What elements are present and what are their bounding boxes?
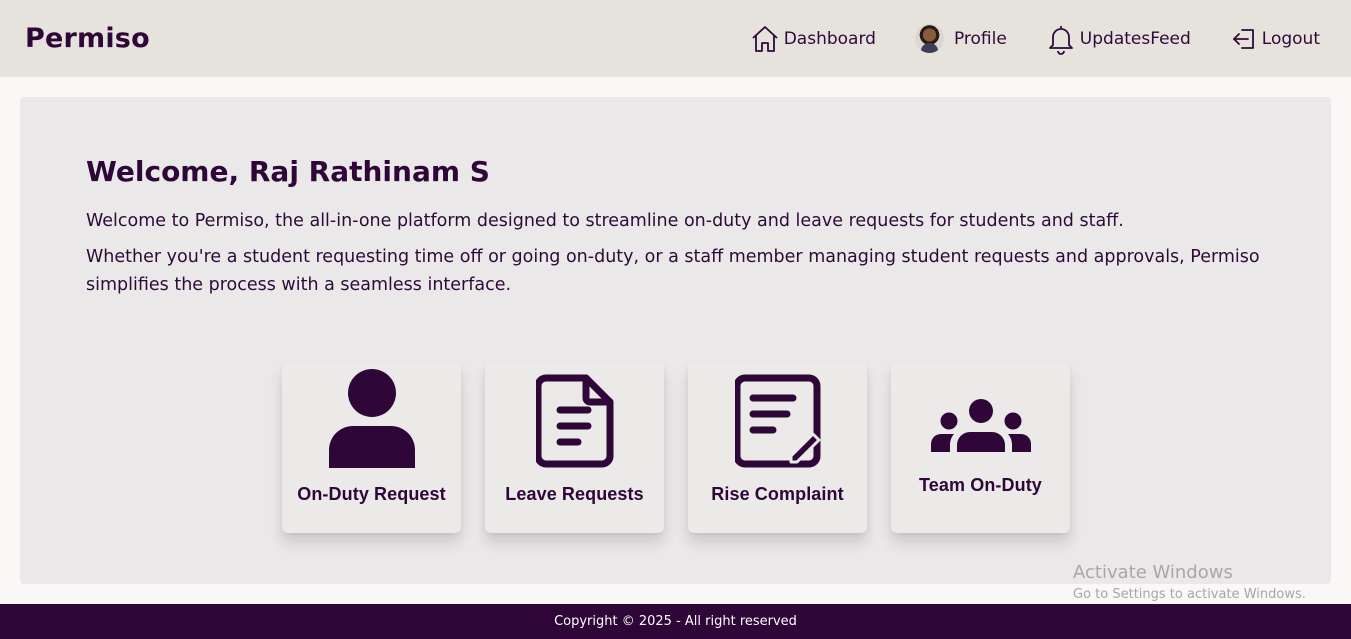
action-tiles: On-Duty Request Leave Requests Rise Comp… — [282, 362, 1070, 533]
home-icon — [750, 24, 780, 54]
navbar: Permiso Dashboard Profile UpdatesFeed Lo… — [0, 0, 1351, 77]
document-icon — [534, 374, 614, 472]
tile-rise-complaint[interactable]: Rise Complaint — [688, 362, 867, 533]
tile-leave-label: Leave Requests — [505, 484, 644, 504]
intro-text: Welcome to Permiso, the all-in-one platf… — [86, 207, 1276, 307]
footer: Copyright © 2025 - All right reserved — [0, 604, 1351, 639]
nav-logout[interactable]: Logout — [1230, 25, 1320, 53]
nav-profile[interactable]: Profile — [914, 24, 1007, 53]
nav-logout-label: Logout — [1261, 28, 1320, 49]
nav-dashboard[interactable]: Dashboard — [750, 24, 876, 54]
logout-icon — [1230, 25, 1258, 53]
watermark-title: Activate Windows — [1073, 562, 1233, 583]
edit-document-icon — [733, 374, 821, 472]
user-icon — [327, 368, 417, 472]
tile-on-duty-label: On-Duty Request — [297, 484, 446, 504]
intro-paragraph-2: Whether you're a student requesting time… — [86, 247, 1260, 295]
welcome-title: Welcome, Raj Rathinam S — [86, 155, 490, 188]
tile-team-label: Team On-Duty — [919, 475, 1042, 495]
footer-copyright: Copyright © 2025 - All right reserved — [554, 614, 797, 629]
team-icon — [930, 398, 1032, 458]
nav-profile-label: Profile — [953, 28, 1007, 49]
brand-logo[interactable]: Permiso — [25, 23, 150, 54]
tile-team-on-duty[interactable]: Team On-Duty — [891, 362, 1070, 533]
tile-on-duty-request[interactable]: On-Duty Request — [282, 362, 461, 533]
welcome-card: Welcome, Raj Rathinam S Welcome to Permi… — [20, 97, 1331, 584]
nav-updates-label: UpdatesFeed — [1079, 28, 1191, 49]
bell-icon — [1046, 23, 1076, 55]
tile-leave-requests[interactable]: Leave Requests — [485, 362, 664, 533]
nav-links: Dashboard Profile UpdatesFeed Logout — [711, 23, 1320, 55]
windows-activation-watermark: Activate Windows Go to Settings to activ… — [1073, 562, 1306, 602]
nav-dashboard-label: Dashboard — [783, 28, 876, 49]
nav-updates-feed[interactable]: UpdatesFeed — [1046, 23, 1191, 55]
watermark-subtitle: Go to Settings to activate Windows. — [1073, 587, 1306, 602]
intro-paragraph-1: Welcome to Permiso, the all-in-one platf… — [86, 211, 1124, 231]
tile-complaint-label: Rise Complaint — [711, 484, 844, 504]
avatar — [914, 24, 944, 53]
